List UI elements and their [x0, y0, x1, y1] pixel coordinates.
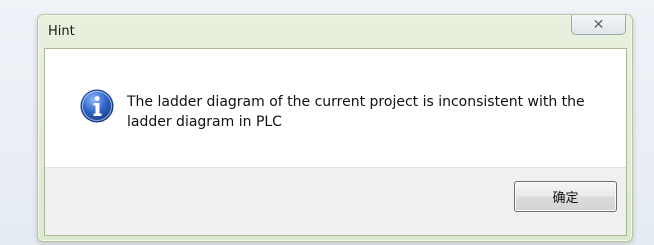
info-icon	[80, 89, 114, 123]
dialog-client-area: The ladder diagram of the current projec…	[44, 48, 627, 236]
ok-button[interactable]: 确定	[514, 181, 617, 212]
close-button[interactable]: ✕	[571, 15, 626, 35]
dialog-title: Hint	[48, 24, 75, 39]
close-icon: ✕	[592, 16, 605, 33]
button-bar: 确定	[45, 167, 626, 235]
message-area: The ladder diagram of the current projec…	[45, 49, 626, 167]
dialog-message: The ladder diagram of the current projec…	[127, 94, 585, 130]
hint-dialog: Hint ✕ The ladder diagram of the current…	[37, 14, 633, 242]
